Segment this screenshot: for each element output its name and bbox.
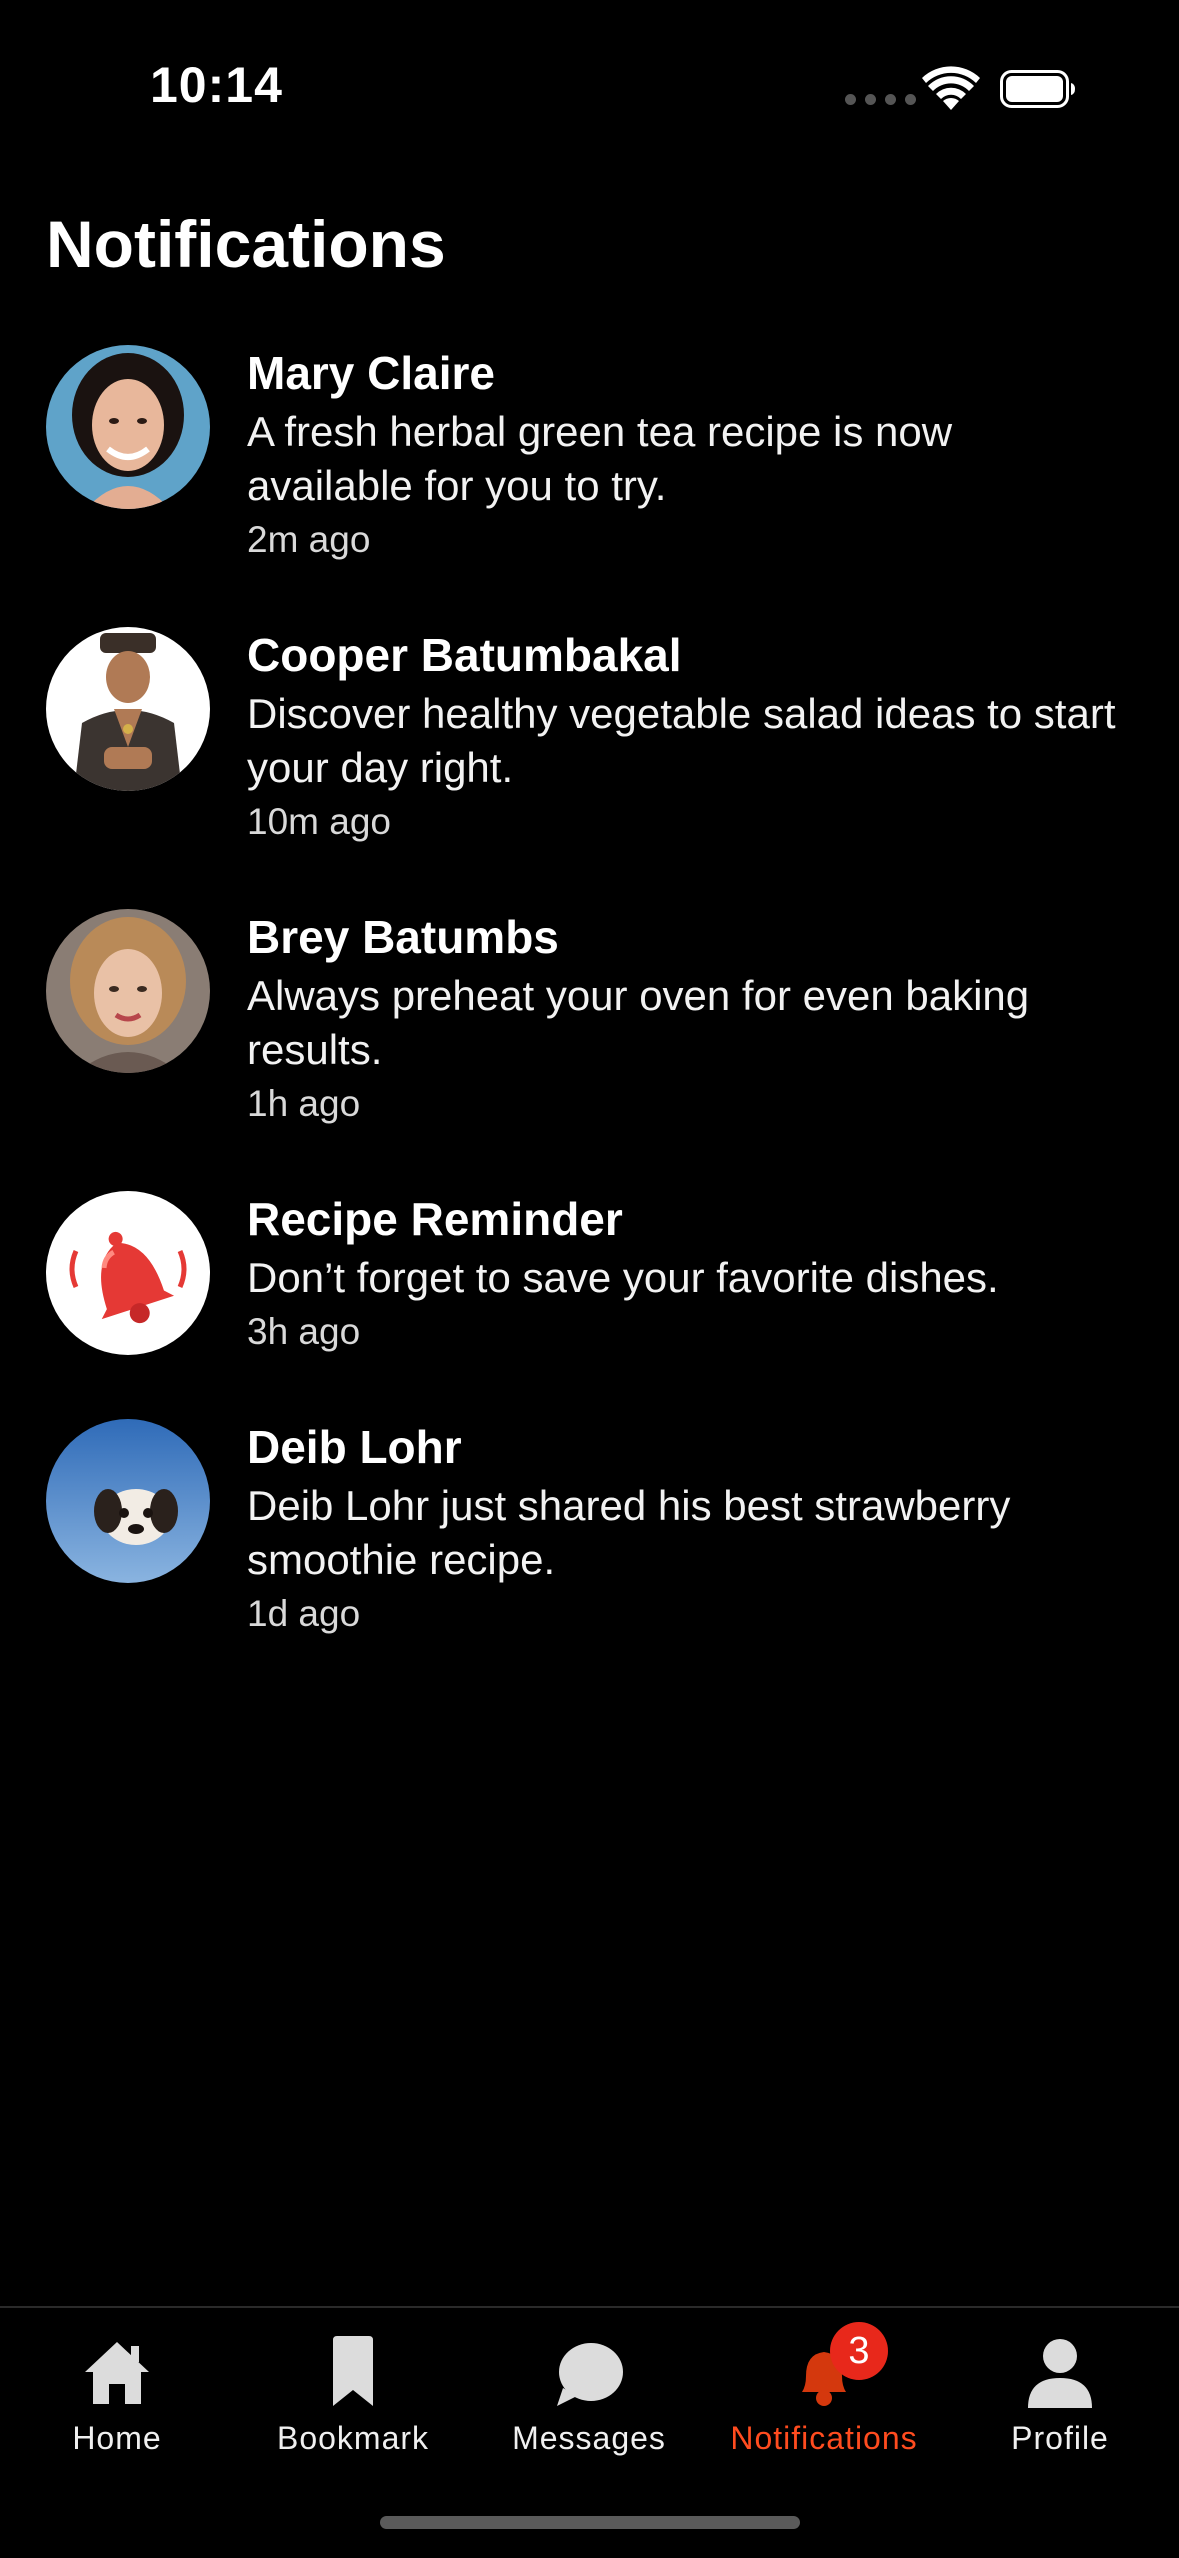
chat-bubble-icon xyxy=(549,2332,629,2412)
notification-time: 1d ago xyxy=(247,1593,361,1634)
notification-item[interactable]: Brey Batumbs Always preheat your oven fo… xyxy=(0,909,1179,1191)
battery-icon xyxy=(1000,70,1075,108)
cellular-signal-icon xyxy=(845,94,916,105)
notification-time: 1h ago xyxy=(247,1083,361,1124)
home-icon xyxy=(77,2332,157,2412)
notification-list: Mary Claire A fresh herbal green tea rec… xyxy=(0,345,1179,1701)
notification-sender: Deib Lohr xyxy=(247,1421,462,1473)
woman-portrait-avatar xyxy=(46,909,210,1073)
notification-message: Don’t forget to save your favorite dishe… xyxy=(247,1254,999,1301)
man-portrait-avatar xyxy=(46,627,210,791)
notification-item[interactable]: Recipe Reminder Don’t forget to save you… xyxy=(0,1191,1179,1419)
person-icon xyxy=(1020,2332,1100,2412)
tab-label: Profile xyxy=(1011,2420,1109,2456)
puppy-avatar xyxy=(46,1419,210,1583)
home-indicator[interactable] xyxy=(380,2516,800,2529)
notification-sender: Cooper Batumbakal xyxy=(247,629,682,681)
notification-time: 3h ago xyxy=(247,1311,361,1352)
tab-profile[interactable]: Profile xyxy=(950,2332,1170,2482)
notification-sender: Brey Batumbs xyxy=(247,911,559,963)
red-bell-icon xyxy=(46,1191,210,1355)
avatar xyxy=(46,1191,210,1355)
notification-message: A fresh herbal green tea recipe is now a… xyxy=(247,408,953,509)
notification-item[interactable]: Mary Claire A fresh herbal green tea rec… xyxy=(0,345,1179,627)
notification-sender: Recipe Reminder xyxy=(247,1193,623,1245)
notification-badge: 3 xyxy=(830,2322,888,2380)
avatar xyxy=(46,909,210,1073)
notification-sender: Mary Claire xyxy=(247,347,496,399)
status-bar: 10:14 xyxy=(0,0,1179,170)
bookmark-icon xyxy=(313,2332,393,2412)
avatar xyxy=(46,345,210,509)
tab-label: Bookmark xyxy=(276,2420,430,2456)
tab-messages[interactable]: Messages xyxy=(479,2332,699,2482)
tab-notifications[interactable]: 3 Notifications xyxy=(714,2322,934,2482)
avatar xyxy=(46,1419,210,1583)
tab-label: Notifications xyxy=(730,2420,918,2456)
notification-message: Deib Lohr just shared his best strawberr… xyxy=(247,1482,1011,1583)
tab-bookmark[interactable]: Bookmark xyxy=(243,2332,463,2482)
woman-portrait-avatar xyxy=(46,345,210,509)
status-time: 10:14 xyxy=(150,57,283,113)
notification-item[interactable]: Cooper Batumbakal Discover healthy veget… xyxy=(0,627,1179,909)
notification-time: 2m ago xyxy=(247,519,371,560)
tab-label: Messages xyxy=(512,2420,666,2456)
notification-message: Discover healthy vegetable salad ideas t… xyxy=(247,690,1116,791)
notification-time: 10m ago xyxy=(247,801,391,842)
avatar xyxy=(46,627,210,791)
bell-icon: 3 xyxy=(784,2322,888,2412)
tab-label: Home xyxy=(72,2420,162,2456)
wifi-icon xyxy=(922,66,980,110)
tab-home[interactable]: Home xyxy=(7,2332,227,2482)
notification-item[interactable]: Deib Lohr Deib Lohr just shared his best… xyxy=(0,1419,1179,1701)
notification-message: Always preheat your oven for even baking… xyxy=(247,972,1030,1073)
page-title: Notifications xyxy=(46,207,446,281)
